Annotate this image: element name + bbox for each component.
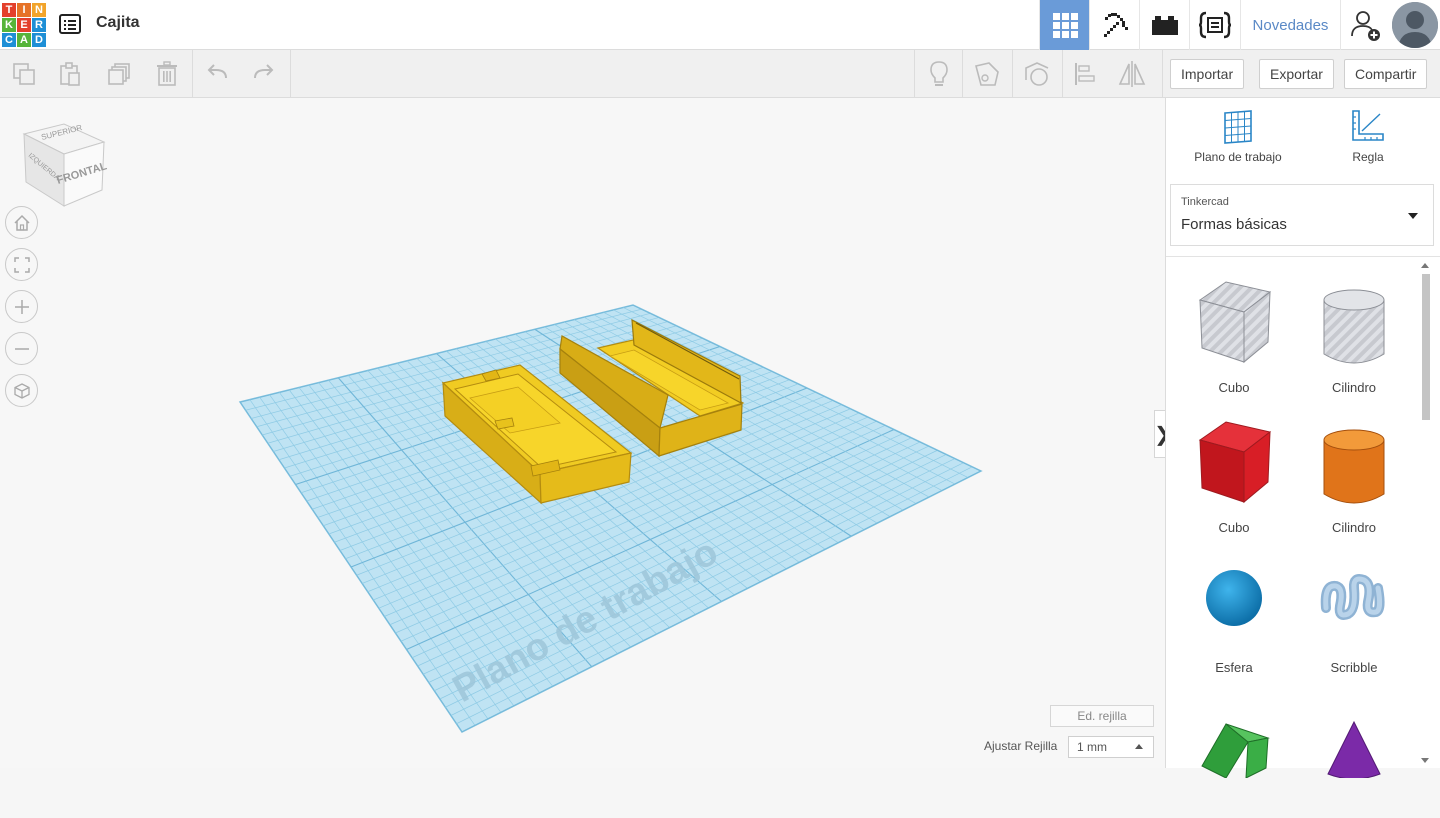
view-build-button[interactable]: [1089, 0, 1139, 50]
hole-cylinder-icon: [1323, 289, 1385, 364]
logo-letter: N: [32, 3, 46, 17]
3d-workspace[interactable]: Plano de trabajo SUPERIOR IZQUIERDA FRON…: [0, 98, 1165, 768]
pickaxe-icon: [1103, 13, 1128, 37]
workplane-grid-icon: [1224, 110, 1252, 144]
fit-view-button[interactable]: [5, 248, 38, 281]
logo-letter: A: [17, 33, 31, 47]
hole-box-icon: [1198, 281, 1272, 364]
share-button[interactable]: Compartir: [1344, 59, 1428, 89]
scroll-down-arrow[interactable]: [1421, 758, 1429, 763]
shape-label: Cubo: [1218, 380, 1250, 395]
shape-library-select[interactable]: Tinkercad Formas básicas: [1170, 184, 1434, 246]
snap-grid-value: 1 mm: [1077, 740, 1107, 754]
perspective-button[interactable]: [5, 374, 38, 407]
user-plus-icon: [1350, 11, 1380, 41]
duplicate-icon[interactable]: [104, 59, 134, 89]
shape-roof[interactable]: [1174, 688, 1294, 818]
shape-hole-cylinder[interactable]: Cilindro: [1294, 268, 1414, 398]
zoom-out-icon: [14, 347, 29, 350]
delete-icon[interactable]: [152, 59, 182, 89]
shape-label: Scribble: [1330, 660, 1378, 675]
design-list-icon[interactable]: [58, 12, 82, 36]
cone-icon: [1327, 720, 1381, 778]
paste-icon[interactable]: [55, 59, 85, 89]
shape-label: Cubo: [1218, 520, 1250, 535]
zoom-in-icon: [14, 299, 29, 314]
view-codeblocks-button[interactable]: [1189, 0, 1239, 50]
zoom-in-button[interactable]: [5, 290, 38, 323]
logo-letter: C: [2, 33, 16, 47]
view-bricks-button[interactable]: [1139, 0, 1189, 50]
scribble-icon: [1320, 574, 1385, 620]
bricks-icon: [1151, 16, 1178, 35]
mirror-icon[interactable]: [1117, 59, 1147, 89]
copy-icon[interactable]: [9, 59, 39, 89]
perspective-icon: [13, 382, 30, 399]
view-3d-design-button[interactable]: [1039, 0, 1089, 50]
edit-grid-button[interactable]: Ed. rejilla: [1050, 705, 1154, 727]
ruler-icon: [1352, 110, 1384, 141]
logo-letter: K: [2, 18, 16, 32]
logo-letter: T: [2, 3, 16, 17]
tinkercad-logo[interactable]: T I N K E R C A D: [2, 3, 46, 47]
workplane-tool[interactable]: Plano de trabajo: [1183, 108, 1293, 178]
ruler-tool[interactable]: Regla: [1313, 108, 1423, 178]
import-button[interactable]: Importar: [1170, 59, 1245, 89]
sphere-icon: [1206, 570, 1262, 626]
news-link[interactable]: Novedades: [1240, 0, 1340, 50]
logo-letter: D: [32, 33, 46, 47]
shape-view-icon[interactable]: [1022, 59, 1052, 89]
shape-label: Cilindro: [1331, 520, 1377, 535]
shape-hole-box[interactable]: Cubo: [1174, 268, 1294, 398]
snap-grid-select[interactable]: 1 mm: [1068, 736, 1154, 758]
shape-cone[interactable]: [1294, 688, 1414, 818]
chevron-down-icon: [1408, 213, 1418, 219]
align-icon[interactable]: [1070, 59, 1100, 89]
home-icon: [13, 214, 30, 231]
grid-icon: [1052, 13, 1078, 38]
logo-letter: I: [17, 3, 31, 17]
roof-icon: [1201, 723, 1270, 778]
caret-up-icon: [1135, 744, 1143, 749]
undo-icon[interactable]: [202, 59, 232, 89]
shape-label: Esfera: [1215, 660, 1253, 675]
shapes-panel: Plano de trabajo Regla Tinkercad Formas …: [1165, 98, 1440, 778]
shapes-scrollbar[interactable]: [1422, 274, 1430, 420]
box-icon: [1198, 421, 1272, 504]
workplane-tool-label: Plano de trabajo: [1194, 150, 1282, 164]
shape-cylinder[interactable]: Cilindro: [1294, 408, 1414, 538]
light-bulb-icon[interactable]: [924, 59, 954, 89]
library-name: Formas básicas: [1181, 216, 1287, 233]
export-button[interactable]: Exportar: [1259, 59, 1334, 89]
design-title[interactable]: Cajita: [96, 14, 140, 32]
fit-view-icon: [13, 256, 30, 273]
add-user-button[interactable]: [1340, 0, 1390, 50]
logo-letter: E: [17, 18, 31, 32]
top-bar: T I N K E R C A D Cajita Novedades: [0, 0, 1440, 50]
view-cube[interactable]: SUPERIOR IZQUIERDA FRONTAL: [20, 120, 110, 210]
note-icon[interactable]: [972, 59, 1002, 89]
logo-letter: R: [32, 18, 46, 32]
shape-box[interactable]: Cubo: [1174, 408, 1294, 538]
library-vendor: Tinkercad: [1181, 196, 1229, 208]
ruler-tool-label: Regla: [1352, 150, 1384, 164]
user-avatar[interactable]: [1392, 2, 1438, 48]
edit-toolbar: Importar Exportar Compartir: [0, 50, 1440, 98]
shape-sphere[interactable]: Esfera: [1174, 548, 1294, 678]
zoom-out-button[interactable]: [5, 332, 38, 365]
home-view-button[interactable]: [5, 206, 38, 239]
cylinder-icon: [1323, 429, 1385, 504]
workplane-scene[interactable]: Plano de trabajo: [0, 98, 1165, 768]
code-blocks-icon: [1198, 11, 1231, 39]
shape-label: Cilindro: [1331, 380, 1377, 395]
shape-scribble[interactable]: Scribble: [1294, 548, 1414, 678]
redo-icon[interactable]: [249, 59, 279, 89]
snap-grid-label: Ajustar Rejilla: [984, 739, 1058, 753]
scroll-up-arrow[interactable]: [1421, 263, 1429, 268]
